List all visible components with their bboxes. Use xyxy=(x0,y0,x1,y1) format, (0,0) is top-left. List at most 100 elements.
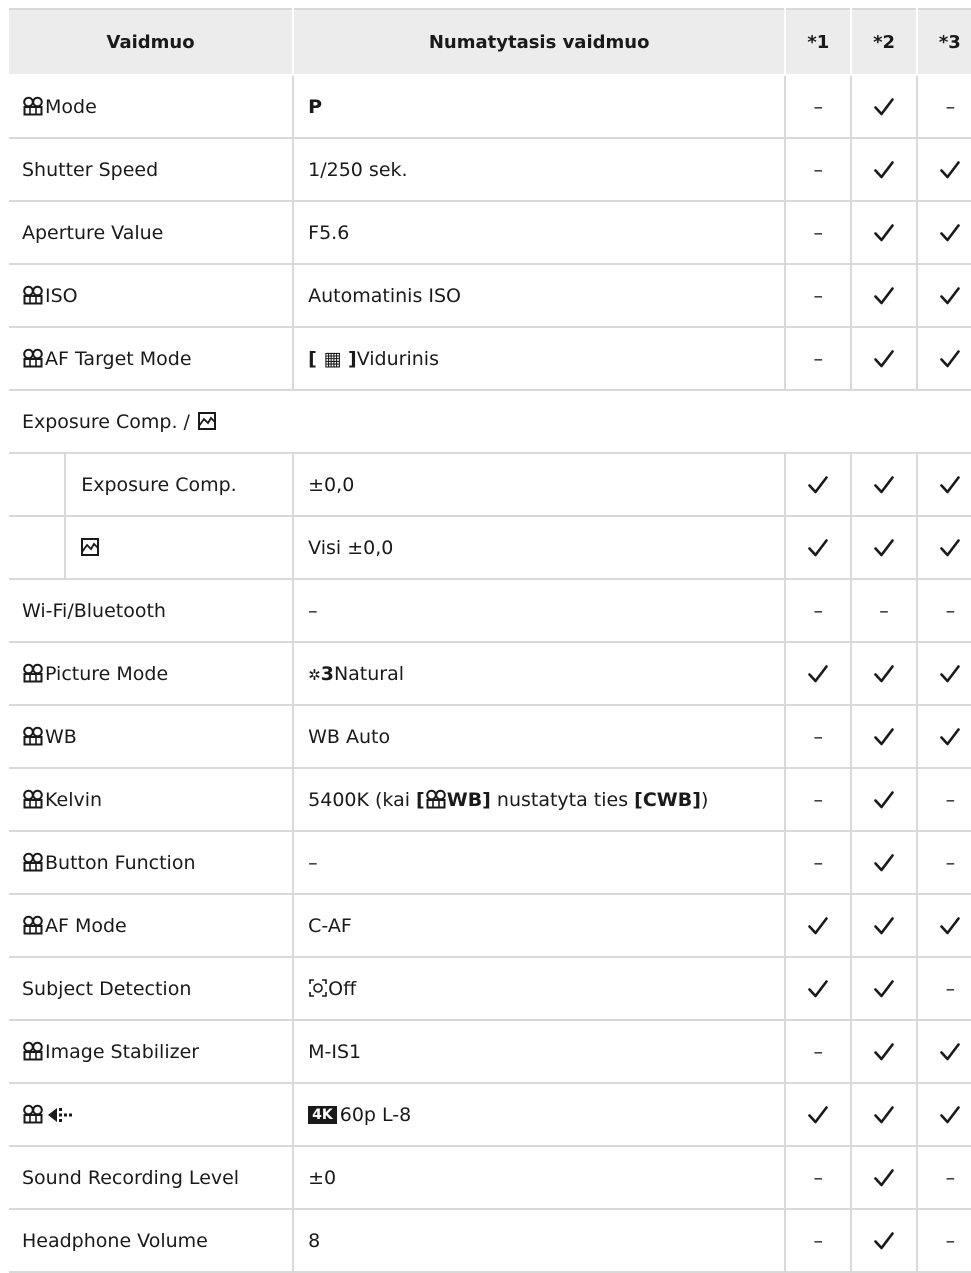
check-icon xyxy=(874,1106,894,1124)
mark-3 xyxy=(915,201,971,265)
mark-3 xyxy=(915,327,971,391)
mark-3 xyxy=(915,138,971,202)
mark-1: – xyxy=(784,579,852,643)
mark-1 xyxy=(784,642,852,706)
row-name: AF Mode xyxy=(9,894,294,958)
table-row: Image Stabilizer M-IS1 – xyxy=(9,1020,971,1084)
mark-1: – xyxy=(784,138,852,202)
table-row: Shutter Speed 1/250 sek. – xyxy=(9,138,971,202)
mark-3: – xyxy=(915,579,971,643)
check-icon xyxy=(874,98,894,116)
row-name: Wi-Fi/Bluetooth xyxy=(9,579,294,643)
check-icon xyxy=(874,917,894,935)
check-icon xyxy=(808,539,828,557)
table-row: AF Target Mode [ ▦ ]Vidurinis – xyxy=(9,327,971,391)
indent-cell xyxy=(9,453,66,517)
check-icon xyxy=(940,1043,960,1061)
movie-icon xyxy=(22,96,44,116)
image-quality-icon xyxy=(48,1107,72,1122)
check-icon xyxy=(808,665,828,683)
table-row: Headphone Volume 8 – – xyxy=(9,1209,971,1273)
table-row-group-header: Exposure Comp. / xyxy=(9,390,971,454)
mark-3: – xyxy=(915,768,971,832)
mark-3: – xyxy=(915,957,971,1021)
mark-2: – xyxy=(850,579,917,643)
mark-2 xyxy=(850,138,917,202)
row-name: ISO xyxy=(9,264,294,328)
mark-2 xyxy=(850,327,917,391)
mark-1: – xyxy=(784,327,852,391)
check-icon xyxy=(874,1232,894,1250)
row-value: Off xyxy=(292,957,786,1021)
settings-table-wrap: Vaidmuo Numatytasis vaidmuo *1 *2 *3 Mod… xyxy=(9,8,971,1273)
check-icon xyxy=(874,539,894,557)
mark-3 xyxy=(915,642,971,706)
row-value: C-AF xyxy=(292,894,786,958)
check-icon xyxy=(808,476,828,494)
header-1: *1 xyxy=(785,8,853,76)
mark-1: – xyxy=(784,768,852,832)
check-icon xyxy=(874,728,894,746)
header-mode: Vaidmuo xyxy=(9,8,295,76)
mark-1: – xyxy=(784,264,852,328)
mark-3 xyxy=(915,264,971,328)
subject-detection-icon xyxy=(309,978,327,997)
row-value: [ ▦ ]Vidurinis xyxy=(292,327,786,391)
check-icon xyxy=(808,917,828,935)
mark-2 xyxy=(850,705,917,769)
check-icon xyxy=(940,224,960,242)
mark-2 xyxy=(850,1146,917,1210)
check-icon xyxy=(940,917,960,935)
check-icon xyxy=(874,224,894,242)
mark-1 xyxy=(784,957,852,1021)
mark-2 xyxy=(850,516,917,580)
mark-1 xyxy=(784,1083,852,1147)
mark-2 xyxy=(850,894,917,958)
row-value: 1/250 sek. xyxy=(292,138,786,202)
check-icon xyxy=(808,1106,828,1124)
row-value: Visi ±0,0 xyxy=(292,516,786,580)
row-name: Exposure Comp. xyxy=(64,453,294,517)
row-name xyxy=(9,1083,294,1147)
check-icon xyxy=(874,1043,894,1061)
mark-3: – xyxy=(915,75,971,139)
table-row: Exposure Comp. ±0,0 xyxy=(9,453,971,517)
mark-1 xyxy=(784,453,852,517)
mark-1: – xyxy=(784,1020,852,1084)
table-row: Kelvin 5400K (kai [WB] nustatyta ties [C… xyxy=(9,768,971,832)
row-name: WB xyxy=(9,705,294,769)
mark-3 xyxy=(915,453,971,517)
header-2: *2 xyxy=(851,8,918,76)
row-value: F5.6 xyxy=(292,201,786,265)
check-icon xyxy=(874,791,894,809)
header-default: Numatytasis vaidmuo xyxy=(293,8,787,76)
row-name: AF Target Mode xyxy=(9,327,294,391)
mark-1: – xyxy=(784,201,852,265)
check-icon xyxy=(940,539,960,557)
mark-2 xyxy=(850,1209,917,1273)
movie-icon xyxy=(22,789,44,809)
movie-icon xyxy=(22,285,44,305)
check-icon xyxy=(874,161,894,179)
row-name: Headphone Volume xyxy=(9,1209,294,1273)
row-name: Image Stabilizer xyxy=(9,1020,294,1084)
movie-icon xyxy=(22,1041,44,1061)
mark-2 xyxy=(850,1083,917,1147)
check-icon xyxy=(940,350,960,368)
movie-icon xyxy=(22,915,44,935)
table-row: Mode P – – xyxy=(9,75,971,139)
indent-cell xyxy=(9,516,66,580)
highlight-shadow-icon xyxy=(81,538,99,556)
check-icon xyxy=(808,980,828,998)
table-row: Picture Mode ✲3Natural xyxy=(9,642,971,706)
mark-2 xyxy=(850,75,917,139)
movie-icon xyxy=(425,789,447,809)
check-icon xyxy=(940,665,960,683)
movie-icon xyxy=(22,726,44,746)
row-name: Sound Recording Level xyxy=(9,1146,294,1210)
check-icon xyxy=(940,161,960,179)
table-row: Sound Recording Level ±0 – – xyxy=(9,1146,971,1210)
movie-icon xyxy=(22,348,44,368)
row-name: Mode xyxy=(9,75,294,139)
table-row: WB WB Auto – xyxy=(9,705,971,769)
